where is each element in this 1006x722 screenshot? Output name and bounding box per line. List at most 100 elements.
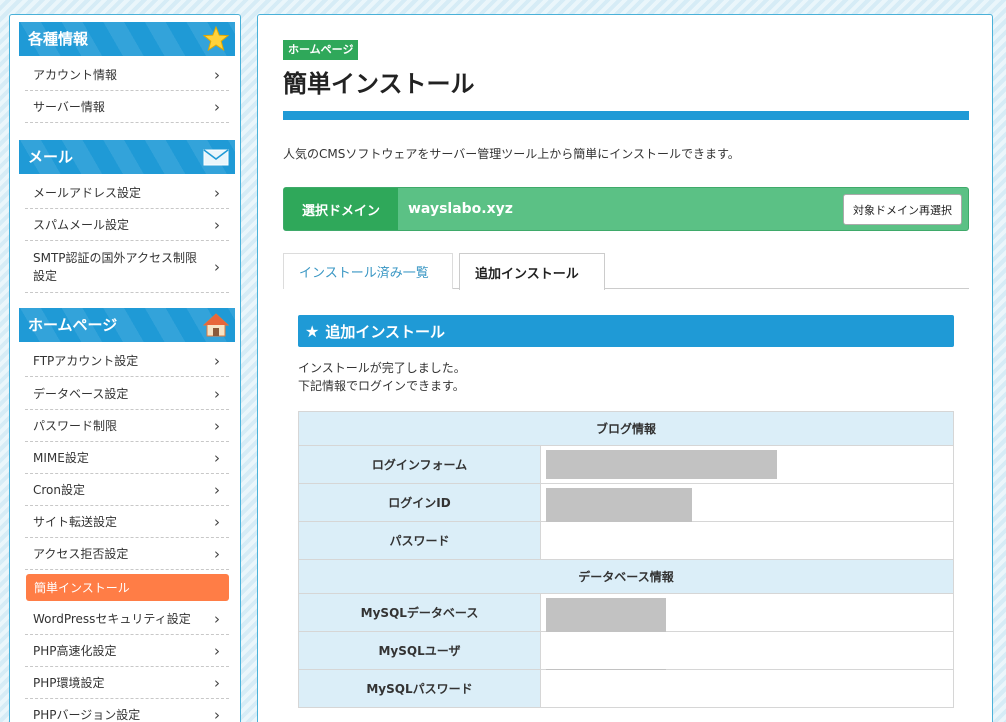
chevron-right-icon: › [214, 673, 220, 692]
chevron-right-icon: › [214, 512, 220, 531]
envelope-icon [203, 149, 229, 166]
tab-installed-list[interactable]: インストール済み一覧 [283, 253, 453, 289]
sidebar-item-password-restrict[interactable]: パスワード制限 › [25, 410, 229, 442]
sidebar-item-label: メールアドレス設定 [33, 186, 142, 200]
login-id-label: ログインID [298, 483, 541, 522]
section-title: 各種情報 [28, 30, 89, 48]
chevron-right-icon: › [214, 641, 220, 660]
sidebar-item-mail-address[interactable]: メールアドレス設定 › [25, 177, 229, 209]
chevron-right-icon: › [214, 609, 220, 628]
tab-label: インストール済み一覧 [299, 266, 429, 281]
sidebar-item-server-info[interactable]: サーバー情報 › [25, 91, 229, 123]
login-form-value [540, 445, 954, 484]
password-label: パスワード [298, 521, 541, 560]
sidebar-item-label: Cron設定 [33, 483, 85, 497]
blog-info-header: ブログ情報 [298, 411, 954, 446]
sidebar-item-label: アクセス拒否設定 [33, 547, 129, 561]
title-divider [283, 111, 969, 120]
chevron-right-icon: › [214, 97, 220, 116]
table-row: パスワード [298, 521, 954, 560]
star-icon: ★ [305, 321, 320, 341]
sidebar-item-label: WordPressセキュリティ設定 [33, 612, 191, 626]
sidebar-item-wp-security[interactable]: WordPressセキュリティ設定 › [25, 603, 229, 635]
sidebar-item-label: データベース設定 [33, 387, 129, 401]
section-title: メール [28, 148, 74, 166]
mysql-user-value [540, 631, 954, 670]
sidebar-item-site-redirect[interactable]: サイト転送設定 › [25, 506, 229, 538]
category-badge: ホームページ [283, 40, 359, 60]
sidebar-item-easy-install[interactable]: 簡単インストール [26, 574, 229, 601]
sidebar: 各種情報 アカウント情報 › サーバー情報 › メール メールアドレス設定 › … [9, 14, 241, 722]
sidebar-item-label: PHP環境設定 [33, 676, 105, 690]
domain-bar: 選択ドメイン wayslabo.xyz 対象ドメイン再選択 [283, 187, 969, 231]
mysql-database-label: MySQLデータベース [298, 593, 541, 632]
table-row: MySQLデータベース [298, 593, 954, 702]
mysql-database-value [540, 593, 954, 702]
mysql-user-label: MySQLユーザ [298, 631, 541, 670]
sidebar-item-label: サイト転送設定 [33, 515, 118, 529]
section-header-homepage: ホームページ [19, 308, 235, 342]
sidebar-item-label: スパムメール設定 [33, 218, 130, 232]
section-title: ホームページ [28, 316, 118, 334]
sidebar-item-smtp-restriction[interactable]: SMTP認証の国外アクセス制限 設定 › [25, 241, 229, 293]
panel-header: ★ 追加インストール [298, 315, 954, 347]
mysql-password-value [540, 669, 954, 708]
sidebar-item-cron[interactable]: Cron設定 › [25, 474, 229, 506]
password-value [540, 521, 954, 560]
page-title: 簡単インストール [283, 70, 475, 98]
sidebar-item-php-speed[interactable]: PHP高速化設定 › [25, 635, 229, 667]
chevron-right-icon: › [214, 384, 220, 403]
sidebar-item-label: MIME設定 [33, 451, 89, 465]
redacted-block [546, 450, 777, 479]
table-group-row: データベース情報 [298, 559, 954, 594]
domain-label: 選択ドメイン [284, 188, 398, 230]
sidebar-item-account-info[interactable]: アカウント情報 › [25, 59, 229, 91]
sidebar-item-mime[interactable]: MIME設定 › [25, 442, 229, 474]
table-row: ログインID [298, 483, 954, 553]
mysql-password-label: MySQLパスワード [298, 669, 541, 708]
chevron-right-icon: › [214, 416, 220, 435]
sidebar-item-php-version[interactable]: PHPバージョン設定 › [25, 699, 229, 722]
sidebar-item-php-env[interactable]: PHP環境設定 › [25, 667, 229, 699]
main-content: ホームページ 簡単インストール 人気のCMSソフトウェアをサーバー管理ツール上か… [257, 14, 993, 722]
section-header-mail: メール [19, 140, 235, 174]
chevron-right-icon: › [214, 544, 220, 563]
reselect-domain-button[interactable]: 対象ドメイン再選択 [843, 194, 962, 225]
chevron-right-icon: › [214, 480, 220, 499]
table-row: MySQLパスワード [298, 669, 954, 708]
login-id-value [540, 483, 954, 553]
section-header-info: 各種情報 [19, 22, 235, 56]
completion-message: インストールが完了しました。 下記情報でログインできます。 [298, 359, 466, 395]
sidebar-item-database[interactable]: データベース設定 › [25, 378, 229, 410]
sidebar-item-label: パスワード制限 [33, 419, 118, 433]
message-line: インストールが完了しました。 [298, 361, 466, 375]
tab-label: 追加インストール [475, 266, 579, 282]
domain-value: wayslabo.xyz [408, 201, 513, 217]
install-info-table: ブログ情報 ログインフォーム ログインID パスワード データベース情報 MyS… [298, 411, 954, 708]
tab-add-install[interactable]: 追加インストール [459, 253, 605, 290]
chevron-right-icon: › [214, 257, 220, 276]
chevron-right-icon: › [214, 351, 220, 370]
sidebar-item-label-line1: SMTP認証の国外アクセス制限 [33, 250, 197, 265]
chevron-right-icon: › [214, 705, 220, 722]
chevron-right-icon: › [214, 448, 220, 467]
table-row: MySQLユーザ [298, 631, 954, 670]
database-info-header: データベース情報 [298, 559, 954, 594]
table-row: ログインフォーム [298, 445, 954, 484]
sidebar-item-label-line2: 設定 [33, 268, 58, 283]
sidebar-item-label: サーバー情報 [33, 100, 105, 114]
chevron-right-icon: › [214, 65, 220, 84]
panel-title: 追加インストール [325, 322, 446, 341]
sidebar-item-label: アカウント情報 [33, 68, 118, 82]
sidebar-item-spam-mail[interactable]: スパムメール設定 › [25, 209, 229, 241]
sidebar-item-label: PHPバージョン設定 [33, 708, 141, 722]
sidebar-item-ftp[interactable]: FTPアカウント設定 › [25, 345, 229, 377]
chevron-right-icon: › [214, 215, 220, 234]
sidebar-item-label: PHP高速化設定 [33, 644, 117, 658]
intro-text: 人気のCMSソフトウェアをサーバー管理ツール上から簡単にインストールできます。 [283, 147, 740, 161]
sidebar-item-label: 簡単インストール [34, 581, 130, 595]
star-icon [203, 26, 229, 52]
sidebar-item-label: FTPアカウント設定 [33, 354, 139, 368]
sidebar-item-access-deny[interactable]: アクセス拒否設定 › [25, 538, 229, 570]
message-line: 下記情報でログインできます。 [298, 379, 465, 393]
